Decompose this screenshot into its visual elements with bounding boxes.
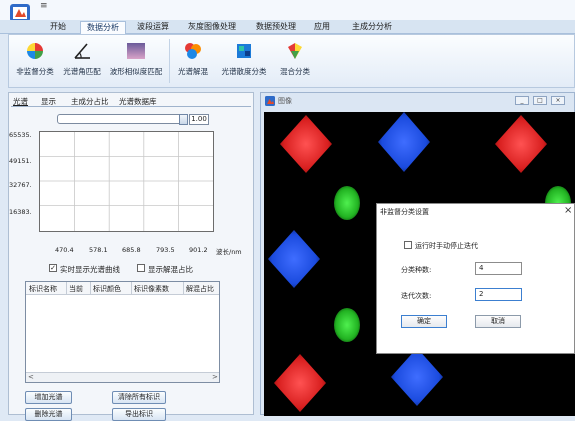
plot-grid: [40, 132, 213, 231]
waveform-icon: [127, 43, 145, 59]
column-separator: [66, 282, 67, 295]
y-tick-label: 32767.: [9, 181, 32, 189]
marker-table-header: 标识名称 当前 标识颜色 标识像素数 解混占比: [26, 282, 219, 295]
show-unmix-ratio-label: 显示解混占比: [148, 265, 193, 274]
y-tick-label: 65535.: [9, 131, 32, 139]
column-header-pixel-count[interactable]: 标识像素数: [134, 284, 169, 294]
tab-start[interactable]: 开始: [40, 21, 76, 34]
green-dot: [334, 308, 360, 342]
x-tick-label: 793.5: [156, 246, 175, 254]
spectral-divergence-button[interactable]: 光谱散度分类: [215, 37, 273, 85]
realtime-curve-label: 实时显示光谱曲线: [60, 265, 120, 274]
class-count-input[interactable]: 4: [475, 262, 522, 275]
spectral-unmixing-button[interactable]: 光谱解混: [173, 37, 213, 85]
scroll-right-icon[interactable]: >: [212, 373, 218, 381]
green-dot: [334, 186, 360, 220]
ribbon-group-separator: [169, 39, 170, 83]
class-count-label: 分类种数:: [401, 266, 432, 274]
spectrum-panel: 光谱 显示 主成分占比 光谱数据库 1.00 65535. 49151. 327…: [8, 92, 254, 421]
minimize-button[interactable]: _: [515, 96, 529, 105]
image-window-icon: [265, 96, 275, 106]
maximize-button[interactable]: □: [533, 96, 547, 105]
spectral-angle-match-button[interactable]: 光谱角匹配: [59, 37, 105, 85]
pie-chart-icon: [27, 43, 43, 59]
tab-data-analysis[interactable]: 数据分析: [80, 21, 126, 34]
column-header-unmix-ratio[interactable]: 解混占比: [186, 284, 214, 294]
title-bar: [0, 0, 575, 20]
column-separator: [131, 282, 132, 295]
tab-data-preprocessing[interactable]: 数据预处理: [250, 21, 302, 34]
ok-button[interactable]: 确定: [401, 315, 447, 328]
column-separator: [90, 282, 91, 295]
iterations-input[interactable]: 2: [475, 288, 522, 301]
tab-band-math[interactable]: 波段运算: [132, 21, 174, 34]
scale-slider-track[interactable]: [57, 114, 187, 124]
unsupervised-settings-dialog: 非监督分类设置 × 运行时手动停止迭代 分类种数: 4 迭代次数: 2 确定 取…: [376, 203, 575, 354]
image-window-title: 图像: [278, 97, 292, 105]
spectrum-plot[interactable]: [39, 131, 214, 232]
unsupervised-classification-button[interactable]: 非监督分类: [11, 37, 59, 85]
mixed-palette-icon: [288, 43, 302, 59]
table-horizontal-scrollbar[interactable]: < >: [26, 372, 219, 382]
scale-value-field[interactable]: 1.00: [189, 114, 209, 125]
cancel-button[interactable]: 取消: [475, 315, 521, 328]
mixed-classification-button[interactable]: 混合分类: [275, 37, 315, 85]
ribbon-tab-bar: 开始 数据分析 波段运算 灰度图像处理 数据预处理 应用 主成分分析: [0, 20, 575, 34]
waveform-similarity-button[interactable]: 波形相似度匹配: [107, 37, 165, 85]
tab-application[interactable]: 应用: [308, 21, 336, 34]
cube-icon: [237, 44, 251, 58]
manual-stop-checkbox[interactable]: [404, 241, 412, 249]
y-tick-label: 16383.: [9, 208, 32, 216]
x-tick-label: 470.4: [55, 246, 74, 254]
column-header-current[interactable]: 当前: [69, 284, 83, 294]
show-unmix-ratio-checkbox[interactable]: [137, 264, 145, 272]
clear-all-markers-button[interactable]: 清除所有标识: [112, 391, 166, 404]
iterations-label: 迭代次数:: [401, 292, 432, 300]
x-tick-label: 901.2: [189, 246, 208, 254]
panel-tab-underline: [11, 106, 251, 107]
scale-slider-thumb[interactable]: [179, 114, 188, 125]
add-spectrum-button[interactable]: 增加光谱: [25, 391, 72, 404]
ribbon-panel: 非监督分类 光谱角匹配 波形相似度匹配 光谱解混 光谱散度分类 混合分类: [8, 34, 575, 88]
column-header-marker-color[interactable]: 标识颜色: [93, 284, 121, 294]
tab-grayscale-processing[interactable]: 灰度图像处理: [180, 21, 244, 34]
dialog-title: 非监督分类设置: [380, 208, 429, 216]
angle-icon: [74, 43, 90, 59]
x-tick-label: 685.8: [122, 246, 141, 254]
column-header-marker-name[interactable]: 标识名称: [29, 284, 57, 294]
quick-access-toolbar[interactable]: ≡: [40, 1, 48, 11]
close-window-button[interactable]: ×: [551, 96, 565, 105]
y-tick-label: 49151.: [9, 157, 32, 165]
tab-pca[interactable]: 主成分分析: [344, 21, 400, 34]
x-tick-label: 578.1: [89, 246, 108, 254]
realtime-curve-checkbox[interactable]: ✓: [49, 264, 57, 272]
x-axis-unit: 波长/nm: [216, 248, 242, 256]
marker-table[interactable]: 标识名称 当前 标识颜色 标识像素数 解混占比 < >: [25, 281, 220, 383]
color-balls-icon: [185, 43, 201, 59]
manual-stop-label: 运行时手动停止迭代: [415, 242, 478, 250]
column-separator: [183, 282, 184, 295]
scroll-left-icon[interactable]: <: [28, 373, 34, 381]
dialog-close-icon[interactable]: ×: [564, 205, 572, 216]
